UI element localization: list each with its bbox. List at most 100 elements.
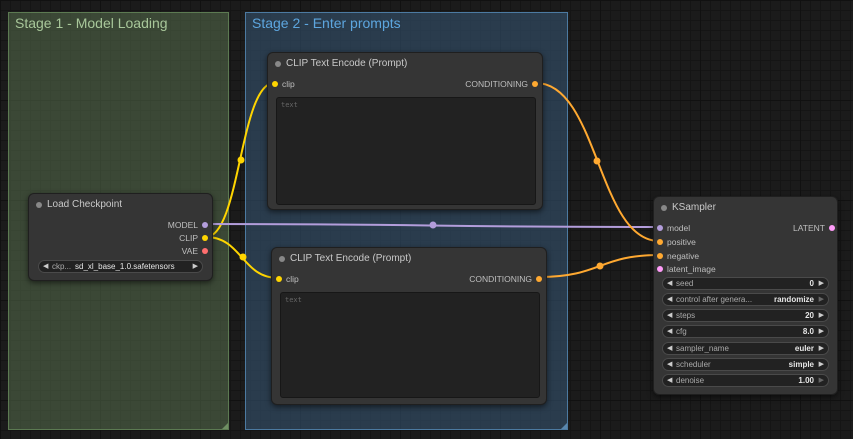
steps-widget[interactable]: ◀ steps 20 ▶ <box>662 309 829 322</box>
output-conditioning[interactable]: CONDITIONING <box>469 273 542 285</box>
node-title[interactable]: Load Checkpoint <box>29 194 212 216</box>
slot-label: clip <box>286 274 299 284</box>
widget-label: control after genera... <box>676 295 753 304</box>
node-title[interactable]: CLIP Text Encode (Prompt) <box>272 248 546 270</box>
widget-label: steps <box>676 311 696 320</box>
arrow-left-icon[interactable]: ◀ <box>43 261 48 272</box>
widget-label: ckp... <box>52 262 72 271</box>
collapse-dot-icon[interactable] <box>661 205 667 211</box>
widget-value: randomize <box>773 295 814 304</box>
slot-label: clip <box>282 79 295 89</box>
slot-label: model <box>667 223 691 233</box>
arrow-left-icon[interactable]: ◀ <box>667 343 672 354</box>
arrow-right-icon[interactable]: ▶ <box>819 326 824 337</box>
link-midpoint[interactable] <box>239 253 247 261</box>
slot-label: CONDITIONING <box>465 79 528 89</box>
model-pin-icon[interactable] <box>202 222 208 228</box>
widget-value: 20 <box>805 311 814 320</box>
widget-value: euler <box>794 344 814 353</box>
input-positive[interactable]: positive <box>657 236 696 248</box>
output-latent[interactable]: LATENT <box>793 222 835 234</box>
widget-label: sampler_name <box>676 344 729 353</box>
arrow-right-icon[interactable]: ▶ <box>819 343 824 354</box>
slot-label: CONDITIONING <box>469 274 532 284</box>
collapse-dot-icon[interactable] <box>36 202 42 208</box>
output-clip[interactable]: CLIP <box>179 232 208 244</box>
widget-label: cfg <box>676 327 687 336</box>
widget-label: seed <box>676 279 694 288</box>
prompt-textarea[interactable]: text <box>280 292 540 398</box>
control-after-generate-widget[interactable]: ◀ control after genera... randomize ▶ <box>662 293 829 306</box>
arrow-left-icon[interactable]: ◀ <box>667 326 672 337</box>
link-midpoint[interactable] <box>237 156 245 164</box>
conditioning-pin-icon[interactable] <box>532 81 538 87</box>
scheduler-widget[interactable]: ◀ scheduler simple ▶ <box>662 358 829 371</box>
slot-label: CLIP <box>179 233 198 243</box>
input-latent-image[interactable]: latent_image <box>657 263 716 275</box>
output-vae[interactable]: VAE <box>182 245 208 257</box>
conditioning-pin-icon[interactable] <box>657 239 663 245</box>
collapse-dot-icon[interactable] <box>279 256 285 262</box>
conditioning-pin-icon[interactable] <box>536 276 542 282</box>
input-model[interactable]: model <box>657 222 690 234</box>
denoise-widget[interactable]: ◀ denoise 1.00 ▶ <box>662 374 829 387</box>
arrow-right-icon[interactable]: ▶ <box>819 375 824 386</box>
arrow-right-icon[interactable]: ▶ <box>819 294 824 305</box>
textarea-placeholder: text <box>281 101 298 109</box>
input-clip[interactable]: clip <box>272 78 295 90</box>
slot-label: VAE <box>181 246 198 256</box>
output-conditioning[interactable]: CONDITIONING <box>465 78 538 90</box>
widget-label: denoise <box>676 376 705 385</box>
widget-value: sd_xl_base_1.0.safetensors <box>75 262 175 271</box>
slot-label: MODEL <box>167 220 198 230</box>
arrow-right-icon[interactable]: ▶ <box>819 359 824 370</box>
slot-label: negative <box>667 251 700 261</box>
arrow-right-icon[interactable]: ▶ <box>819 278 824 289</box>
arrow-right-icon[interactable]: ▶ <box>193 261 198 272</box>
load-checkpoint-node[interactable]: Load Checkpoint MODEL CLIP VAE ◀ ckp... … <box>28 193 213 281</box>
widget-value: simple <box>788 360 814 369</box>
slot-label: latent_image <box>667 264 716 274</box>
node-title[interactable]: KSampler <box>654 197 837 219</box>
seed-widget[interactable]: ◀ seed 0 ▶ <box>662 277 829 290</box>
slot-label: positive <box>667 237 696 247</box>
link-midpoint[interactable] <box>593 157 601 165</box>
node-title-text: Load Checkpoint <box>47 199 123 210</box>
arrow-left-icon[interactable]: ◀ <box>667 375 672 386</box>
arrow-left-icon[interactable]: ◀ <box>667 359 672 370</box>
widget-value: 0 <box>809 279 814 288</box>
arrow-left-icon[interactable]: ◀ <box>667 294 672 305</box>
clip-pin-icon[interactable] <box>272 81 278 87</box>
widget-value: 1.00 <box>798 376 814 385</box>
ksampler-node[interactable]: KSampler model LATENT positive negative … <box>653 196 838 395</box>
input-negative[interactable]: negative <box>657 250 699 262</box>
widget-value: 8.0 <box>802 327 814 336</box>
collapse-dot-icon[interactable] <box>275 61 281 67</box>
arrow-right-icon[interactable]: ▶ <box>819 310 824 321</box>
latent-pin-icon[interactable] <box>657 266 663 272</box>
slot-label: LATENT <box>793 223 825 233</box>
node-title-text: CLIP Text Encode (Prompt) <box>290 253 412 264</box>
clip-pin-icon[interactable] <box>202 235 208 241</box>
ckpt-name-combo[interactable]: ◀ ckp... sd_xl_base_1.0.safetensors ▶ <box>38 260 203 273</box>
input-clip[interactable]: clip <box>276 273 299 285</box>
conditioning-pin-icon[interactable] <box>657 253 663 259</box>
clip-text-encode-node-positive[interactable]: CLIP Text Encode (Prompt) clip CONDITION… <box>267 52 543 210</box>
vae-pin-icon[interactable] <box>202 248 208 254</box>
cfg-widget[interactable]: ◀ cfg 8.0 ▶ <box>662 325 829 338</box>
clip-pin-icon[interactable] <box>276 276 282 282</box>
arrow-left-icon[interactable]: ◀ <box>667 278 672 289</box>
node-title[interactable]: CLIP Text Encode (Prompt) <box>268 53 542 75</box>
link-midpoint[interactable] <box>429 221 437 229</box>
prompt-textarea[interactable]: text <box>276 97 536 205</box>
sampler-name-widget[interactable]: ◀ sampler_name euler ▶ <box>662 342 829 355</box>
output-model[interactable]: MODEL <box>168 219 208 231</box>
model-pin-icon[interactable] <box>657 225 663 231</box>
clip-text-encode-node-negative[interactable]: CLIP Text Encode (Prompt) clip CONDITION… <box>271 247 547 405</box>
link-midpoint[interactable] <box>596 262 604 270</box>
node-title-text: KSampler <box>672 202 716 213</box>
node-title-text: CLIP Text Encode (Prompt) <box>286 58 408 69</box>
arrow-left-icon[interactable]: ◀ <box>667 310 672 321</box>
latent-pin-icon[interactable] <box>829 225 835 231</box>
textarea-placeholder: text <box>285 296 302 304</box>
